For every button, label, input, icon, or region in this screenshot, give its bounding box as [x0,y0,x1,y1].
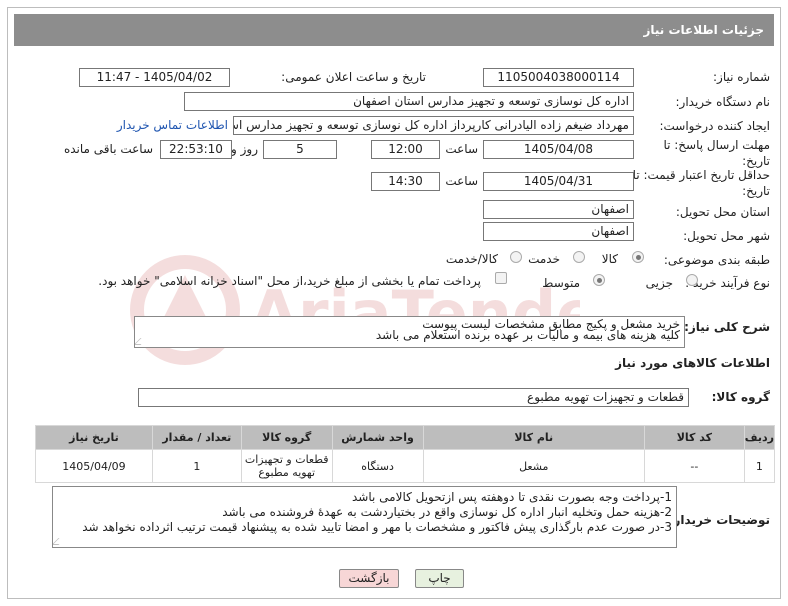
category-service-label: خدمت [528,252,560,266]
province-field[interactable]: اصفهان [483,200,634,219]
price-time-label: ساعت [445,174,478,188]
announce-field[interactable]: 1405/04/02 - 11:47 [79,68,230,87]
cell-date: 1405/04/09 [35,449,153,483]
cell-qty: 1 [151,449,242,483]
goods-group-label: گروه کالا: [711,390,770,404]
goods-table: ردیف کد کالا نام کالا واحد شمارش گروه کا… [35,425,776,483]
remaining-label: ساعت باقی مانده [63,142,153,156]
category-both-label: کالا/خدمت [445,252,498,266]
buyer-note-line: 3-در صورت عدم بارگذاری پیش فاکتور و مشخص… [82,520,672,534]
creator-field[interactable]: مهرداد ضیغم زاده الیادرانی کارپرداز ادار… [233,116,634,135]
purchase-minor-label: جزیی [645,276,673,290]
purchase-minor-radio[interactable] [686,274,698,286]
reply-time-field[interactable]: 12:00 [371,140,440,159]
category-service-radio[interactable] [573,251,585,263]
cell-group-line: تهویه مطبوع [258,466,316,479]
col-code: کد کالا [644,425,745,450]
category-both-radio[interactable] [510,251,522,263]
table-row[interactable]: 1 -- مشعل دستگاه قطعات و تجهیزات تهویه م… [35,449,776,483]
col-qty: تعداد / مقدار [151,425,242,450]
reply-date-field[interactable]: 1405/04/08 [483,140,634,159]
buyer-notes-textarea[interactable]: 1-پرداخت وجه بصورت نقدی تا دوهفته پس ازت… [52,486,677,548]
need-number-field[interactable]: 1105004038000114 [483,68,634,87]
buyer-org-label: نام دستگاه خریدار: [675,95,771,109]
cell-name: مشعل [422,449,645,483]
buyer-note-line: 1-پرداخت وجه بصورت نقدی تا دوهفته پس ازت… [352,490,672,504]
reply-deadline-label: مهلت ارسال پاسخ: تا تاریخ: [663,138,770,168]
cell-unit: دستگاه [331,449,424,483]
cell-group-line: قطعات و تجهیزات [244,453,329,466]
days-label: روز و [231,142,258,156]
description-label: شرح کلی نیاز: [684,320,770,334]
days-field[interactable]: 5 [263,140,337,159]
goods-group-field[interactable]: قطعات و تجهیزات تهویه مطبوع [138,388,689,407]
need-number-label: شماره نیاز: [713,70,770,84]
col-group: گروه کالا [240,425,333,450]
description-textarea[interactable]: خرید مشعل و پکیج مطابق مشخصات لیست پیوست… [134,316,685,348]
back-button[interactable]: بازگشت [339,569,399,588]
col-unit: واحد شمارش [331,425,424,450]
price-time-field[interactable]: 14:30 [371,172,440,191]
page-header: جزئیات اطلاعات نیاز [14,14,774,46]
cell-row: 1 [743,449,776,483]
buyer-notes-label: توضیحات خریدار: [668,513,770,527]
treasury-payment-text: پرداخت تمام یا بخشی از مبلغ خرید،از محل … [98,274,481,288]
resize-grip-icon[interactable] [53,538,66,545]
goods-section-title: اطلاعات کالاهای مورد نیاز [615,356,770,370]
city-field[interactable]: اصفهان [483,222,634,241]
buyer-org-field[interactable]: اداره کل نوسازی توسعه و تجهیز مدارس استا… [184,92,634,111]
purchase-medium-radio[interactable] [593,274,605,286]
col-name: نام کالا [422,425,645,450]
category-goods-label: کالا [601,252,618,266]
buyer-note-line: 2-هزینه حمل وتخلیه انبار اداره کل نوسازی… [222,505,672,519]
col-date: تاریخ نیاز [35,425,153,450]
description-line: کلیه هزینه های بیمه و مالیات بر عهده برن… [375,328,680,342]
category-label: طبقه بندی موضوعی: [663,253,770,267]
treasury-payment-checkbox[interactable] [495,272,507,284]
cell-group: قطعات و تجهیزات تهویه مطبوع [240,449,333,483]
print-button[interactable]: چاپ [415,569,464,588]
cell-code: -- [644,449,745,483]
announce-label: تاریخ و ساعت اعلان عمومی: [281,70,426,84]
city-label: شهر محل تحویل: [683,229,770,243]
price-deadline-label: حداقل تاریخ اعتبار قیمت: تا تاریخ: [632,168,770,198]
remaining-time-field[interactable]: 22:53:10 [160,140,232,159]
table-header-row: ردیف کد کالا نام کالا واحد شمارش گروه کا… [35,425,776,450]
contact-buyer-link[interactable]: اطلاعات تماس خریدار [117,118,228,132]
page-title: جزئیات اطلاعات نیاز [643,23,764,37]
reply-time-label: ساعت [445,142,478,156]
resize-grip-icon[interactable] [135,338,148,345]
col-row: ردیف [743,425,776,450]
category-goods-radio[interactable] [632,251,644,263]
purchase-medium-label: متوسط [542,276,580,290]
creator-label: ایجاد کننده درخواست: [659,119,770,133]
province-label: استان محل تحویل: [675,205,770,219]
price-date-field[interactable]: 1405/04/31 [483,172,634,191]
